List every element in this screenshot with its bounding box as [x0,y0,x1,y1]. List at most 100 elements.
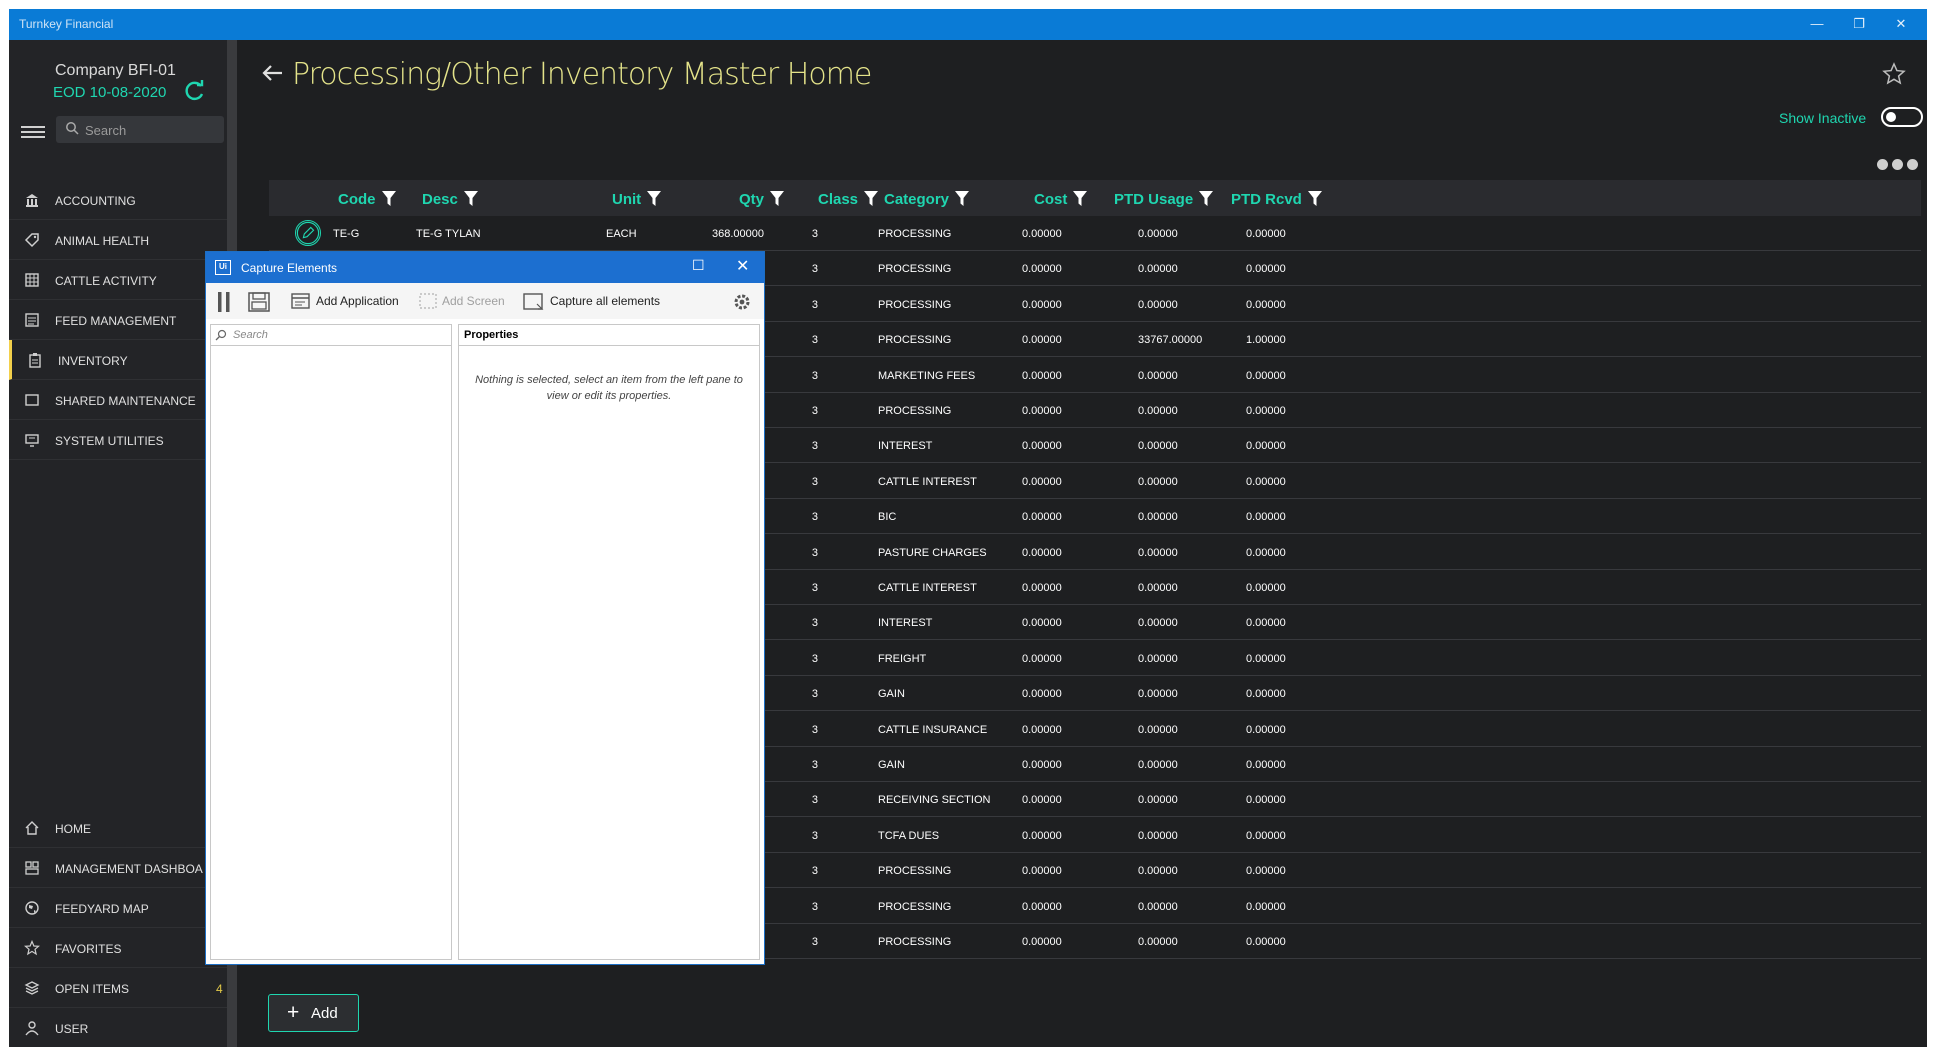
cell-rcvd: 0.00000 [1246,865,1286,878]
sidebar-item-user[interactable]: USER [9,1008,227,1047]
elements-tree-pane[interactable]: Search [210,324,452,960]
cell-rcvd: 0.00000 [1246,759,1286,771]
cell-category: PASTURE CHARGES [878,546,987,559]
user-icon [25,1021,39,1036]
sidebar-item-cattle-activity[interactable]: CATTLE ACTIVITY [9,260,227,300]
filter-icon[interactable] [381,191,396,206]
capture-all-elements-button[interactable]: Capture all elements [550,294,660,308]
refresh-icon[interactable] [184,80,206,102]
column-header-label: PTD Rcvd [1231,191,1302,208]
column-header-label: Category [884,191,950,208]
home-icon [25,821,39,835]
eod-date: EOD 10-08-2020 [53,84,167,101]
empty-selection-message: Nothing is selected, select an item from… [475,374,743,402]
cell-usage: 0.00000 [1138,228,1178,240]
filter-icon[interactable] [1199,191,1214,206]
favorite-star-icon[interactable] [1882,62,1906,86]
add-screen-button[interactable]: Add Screen [442,294,505,308]
cell-rcvd: 0.00000 [1246,900,1286,913]
filter-icon[interactable] [463,191,478,206]
cell-usage: 0.00000 [1138,263,1178,276]
edit-pencil-icon[interactable] [295,220,321,246]
properties-title: Properties [464,329,519,341]
sidebar-item-home[interactable]: HOME [9,808,227,848]
column-header-desc[interactable]: Desc [422,191,478,208]
company-name: Company BFI-01 [55,62,176,79]
sidebar-item-favorites[interactable]: FAVORITES [9,928,227,968]
column-header-code[interactable]: Code [338,191,396,208]
cell-rcvd: 0.00000 [1246,298,1286,311]
minimize-button[interactable]: — [1797,14,1837,36]
sidebar-item-feedyard-map[interactable]: FEEDYARD MAP [9,888,227,928]
add-button[interactable]: + Add [268,994,359,1032]
column-header-label: Unit [612,191,642,208]
cell-cost: 0.00000 [1022,759,1062,771]
filter-icon[interactable] [864,191,879,206]
filter-icon[interactable] [1073,191,1088,206]
column-header-unit[interactable]: Unit [612,191,662,208]
filter-icon[interactable] [1307,191,1322,206]
sidebar-item-shared-maintenance[interactable]: SHARED MAINTENANCE [9,380,227,420]
cell-rcvd: 0.00000 [1246,475,1286,488]
filter-icon[interactable] [955,191,970,206]
cell-rcvd: 0.00000 [1246,936,1286,948]
cell-class: 3 [811,369,818,382]
cell-usage: 0.00000 [1138,475,1178,488]
show-inactive-toggle[interactable] [1881,107,1923,127]
cell-category: PROCESSING [878,263,952,276]
more-options-icon[interactable] [1877,157,1922,175]
add-button-label: Add [311,1005,338,1022]
dialog-maximize-button[interactable]: ☐ [692,257,705,274]
sidebar: Company BFI-01 EOD 10-08-2020 Search ACC… [9,40,237,1047]
column-header-cost[interactable]: Cost [1034,191,1088,208]
sidebar-item-label: FEED MANAGEMENT [55,314,177,328]
filter-icon[interactable] [647,191,662,206]
cell-category: INTEREST [878,617,933,630]
open-items-count: 4 [216,982,223,996]
sidebar-item-inventory[interactable]: INVENTORY [9,340,227,380]
restore-button[interactable]: ❐ [1839,14,1879,36]
cell-class: 3 [811,723,818,736]
column-header-ptd-usage[interactable]: PTD Usage [1114,191,1214,208]
cell-unit: EACH [606,228,637,240]
cell-cost: 0.00000 [1022,723,1062,736]
cell-cost: 0.00000 [1022,794,1062,807]
layers-icon [24,981,40,995]
pause-icon[interactable] [216,291,232,313]
title-bar: Turnkey Financial — ❐ ✕ [9,9,1927,40]
cell-cost: 0.00000 [1022,582,1062,594]
sidebar-item-system-utilities[interactable]: SYSTEM UTILITIES [9,420,227,460]
cell-category: CATTLE INSURANCE [878,723,988,736]
hamburger-menu-icon[interactable] [21,126,45,140]
column-header-category[interactable]: Category [884,191,970,208]
sidebar-item-management-dashboa[interactable]: MANAGEMENT DASHBOA [9,848,227,888]
dialog-close-button[interactable]: ✕ [736,256,749,276]
filter-icon[interactable] [770,191,785,206]
tree-search-input[interactable]: Search [211,325,451,346]
dialog-title: Capture Elements [241,261,338,275]
cell-category: PROCESSING [878,334,952,347]
sidebar-item-label: FAVORITES [55,942,122,956]
monitor-icon [25,434,39,447]
sidebar-item-feed-management[interactable]: FEED MANAGEMENT [9,300,227,340]
column-header-class[interactable]: Class [818,191,879,208]
save-icon[interactable] [248,292,270,312]
sidebar-item-animal-health[interactable]: ANIMAL HEALTH [9,220,227,260]
settings-gear-icon[interactable] [732,292,752,312]
cell-cost: 0.00000 [1022,475,1062,488]
sidebar-item-accounting[interactable]: ACCOUNTING [9,180,227,220]
cell-category: CATTLE INTEREST [878,475,977,488]
sidebar-search-input[interactable]: Search [56,116,224,143]
cell-rcvd: 0.00000 [1246,369,1286,382]
add-application-button[interactable]: Add Application [316,294,399,308]
cell-rcvd: 0.00000 [1246,511,1286,524]
sidebar-item-label: HOME [55,822,91,836]
column-header-qty[interactable]: Qty [739,191,785,208]
sidebar-item-open-items[interactable]: OPEN ITEMS 4 [9,968,227,1008]
column-header-ptd-rcvd[interactable]: PTD Rcvd [1231,191,1322,208]
table-row[interactable]: TE-G TE-G TYLAN EACH 368.00000 3 PROCESSING 0.… [269,216,1921,251]
cell-usage: 0.00000 [1138,652,1178,665]
back-arrow-icon[interactable] [260,60,286,86]
close-button[interactable]: ✕ [1881,14,1921,36]
cell-category: PROCESSING [878,900,952,913]
